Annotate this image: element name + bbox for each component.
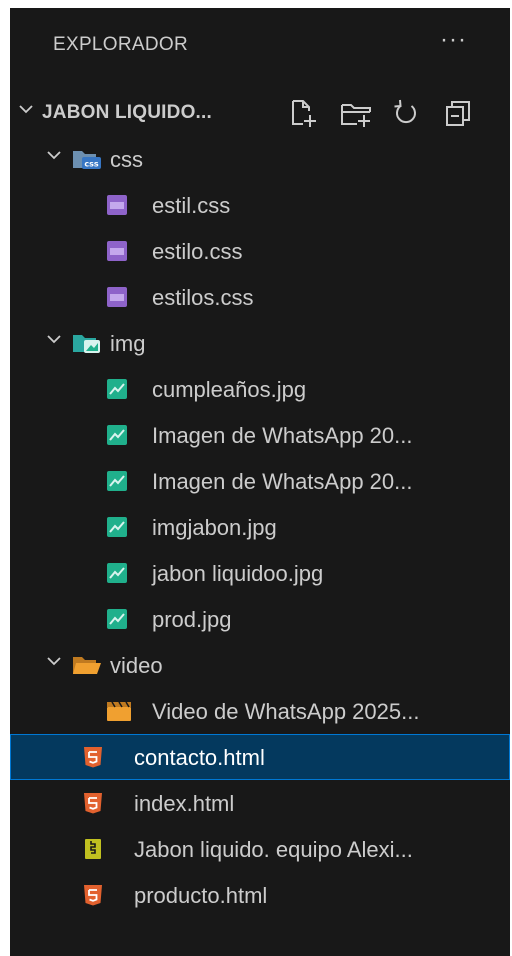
file-contacto-html[interactable]: contacto.html [10,734,510,780]
folder-img[interactable]: img [10,320,510,366]
explorer-panel: EXPLORADOR ··· JABON LIQUIDO... css css … [10,8,510,956]
file-name[interactable]: Jabon liquido. equipo Alexi... [134,837,413,863]
file-whatsapp-video[interactable]: Video de WhatsApp 2025... [10,688,510,734]
folder-video[interactable]: video [10,642,510,688]
file-name[interactable]: imgjabon.jpg [152,515,277,541]
image-file-icon [107,517,127,537]
html-file-icon [84,747,102,768]
explorer-header: EXPLORADOR ··· [10,8,510,78]
file-jabon-liquidoo-jpg[interactable]: jabon liquidoo.jpg [10,550,510,596]
file-name[interactable]: index.html [134,791,234,817]
chevron-down-icon[interactable] [46,653,62,669]
image-file-icon [107,425,127,445]
file-estilos-css[interactable]: estilos.css [10,274,510,320]
file-name[interactable]: contacto.html [134,745,265,771]
image-file-icon [107,471,127,491]
file-name[interactable]: estil.css [152,193,230,219]
file-name[interactable]: Video de WhatsApp 2025... [152,699,419,725]
project-root-row[interactable]: JABON LIQUIDO... [10,90,510,136]
file-producto-html[interactable]: producto.html [10,872,510,918]
file-estil-css[interactable]: estil.css [10,182,510,228]
html-file-icon [84,885,102,906]
chevron-down-icon[interactable] [46,147,62,163]
file-name[interactable]: estilos.css [152,285,253,311]
image-folder-icon [73,335,100,353]
collapse-all-icon[interactable] [441,96,475,130]
file-name[interactable]: jabon liquidoo.jpg [152,561,323,587]
file-name[interactable]: estilo.css [152,239,242,265]
file-estilo-css[interactable]: estilo.css [10,228,510,274]
document-file-icon [85,839,101,859]
css-file-icon [107,287,127,307]
chevron-down-icon[interactable] [18,101,34,117]
folder-css[interactable]: css css [10,136,510,182]
file-whatsapp-image-1[interactable]: Imagen de WhatsApp 20... [10,412,510,458]
video-file-icon [107,701,131,721]
svg-text:css: css [84,160,99,169]
more-actions-icon[interactable]: ··· [440,26,467,54]
chevron-down-icon[interactable] [46,331,62,347]
file-name[interactable]: cumpleaños.jpg [152,377,306,403]
project-name[interactable]: JABON LIQUIDO... [42,102,212,124]
file-imgjabon-jpg[interactable]: imgjabon.jpg [10,504,510,550]
image-file-icon [107,379,127,399]
css-file-icon [107,241,127,261]
file-jabon-liquido-doc[interactable]: Jabon liquido. equipo Alexi... [10,826,510,872]
folder-name[interactable]: css [110,147,143,173]
open-folder-icon [73,657,101,674]
html-file-icon [84,793,102,814]
new-file-icon[interactable] [285,96,319,130]
image-file-icon [107,563,127,583]
file-cumpleanos-jpg[interactable]: cumpleaños.jpg [10,366,510,412]
refresh-icon[interactable] [389,96,423,130]
file-name[interactable]: Imagen de WhatsApp 20... [152,469,413,495]
file-name[interactable]: prod.jpg [152,607,232,633]
file-name[interactable]: Imagen de WhatsApp 20... [152,423,413,449]
file-index-html[interactable]: index.html [10,780,510,826]
file-prod-jpg[interactable]: prod.jpg [10,596,510,642]
image-file-icon [107,609,127,629]
css-folder-icon: css [73,151,101,169]
new-folder-icon[interactable] [339,96,373,130]
file-whatsapp-image-2[interactable]: Imagen de WhatsApp 20... [10,458,510,504]
explorer-title: EXPLORADOR [53,34,188,55]
css-file-icon [107,195,127,215]
file-name[interactable]: producto.html [134,883,267,909]
folder-name[interactable]: video [110,653,163,679]
folder-name[interactable]: img [110,331,145,357]
